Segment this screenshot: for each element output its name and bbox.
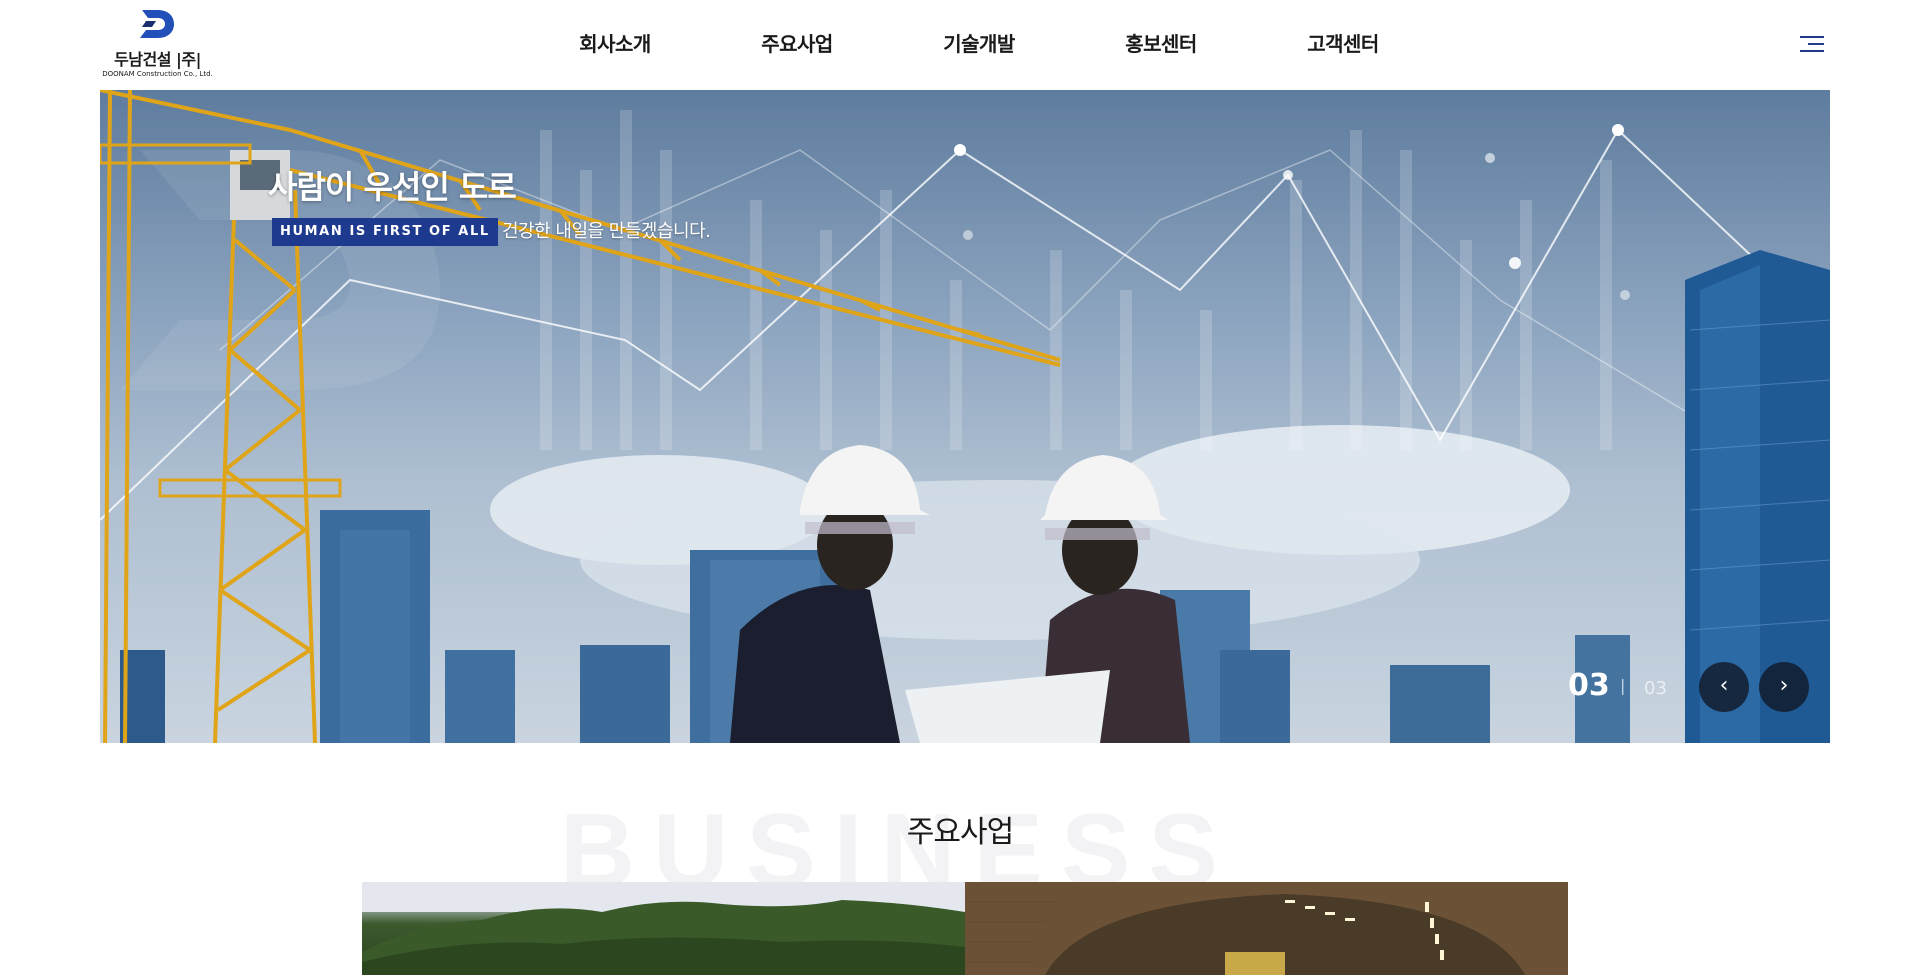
company-name: 두남건설 |주| xyxy=(114,50,201,69)
slide-counter-total: 03 xyxy=(1644,678,1667,699)
main-navigation: 회사소개 주요사업 기술개발 홍보센터 고객센터 xyxy=(524,28,1434,58)
hero-title: 사람이 우선인 도로 xyxy=(268,168,517,206)
site-header: 두남건설 |주| DOONAM Construction Co., Ltd. 회… xyxy=(0,0,1920,90)
nav-item-pr-center[interactable]: 홍보센터 xyxy=(1070,28,1252,58)
slider-next-button[interactable]: › xyxy=(1759,662,1809,712)
business-section-title: 주요사업 xyxy=(906,815,1014,850)
business-card-road[interactable] xyxy=(362,882,965,975)
business-card-image xyxy=(965,882,1568,975)
chevron-right-icon: › xyxy=(1779,673,1789,698)
company-name-english: DOONAM Construction Co., Ltd. xyxy=(102,70,213,78)
chevron-left-icon: ‹ xyxy=(1719,673,1729,698)
business-card-image xyxy=(362,882,965,975)
hero-badge: HUMAN IS FIRST OF ALL xyxy=(272,218,498,246)
slide-counter-current: 03 xyxy=(1568,668,1610,703)
business-card-tunnel[interactable] xyxy=(965,882,1568,975)
d-letter-logo-icon xyxy=(140,10,174,38)
hero-subtitle: 건강한 내일을 만들겠습니다. xyxy=(502,221,711,242)
hamburger-menu-icon[interactable] xyxy=(1800,36,1824,56)
nav-item-technology[interactable]: 기술개발 xyxy=(888,28,1070,58)
slide-counter-separator: | xyxy=(1620,676,1626,695)
nav-item-customer-center[interactable]: 고객센터 xyxy=(1252,28,1434,58)
nav-item-business[interactable]: 주요사업 xyxy=(706,28,888,58)
slider-prev-button[interactable]: ‹ xyxy=(1699,662,1749,712)
nav-item-company[interactable]: 회사소개 xyxy=(524,28,706,58)
company-logo[interactable]: 두남건설 |주| DOONAM Construction Co., Ltd. xyxy=(100,8,215,82)
hero-slider: 사람이 우선인 도로 HUMAN IS FIRST OF ALL 건강한 내일을… xyxy=(100,90,1830,743)
